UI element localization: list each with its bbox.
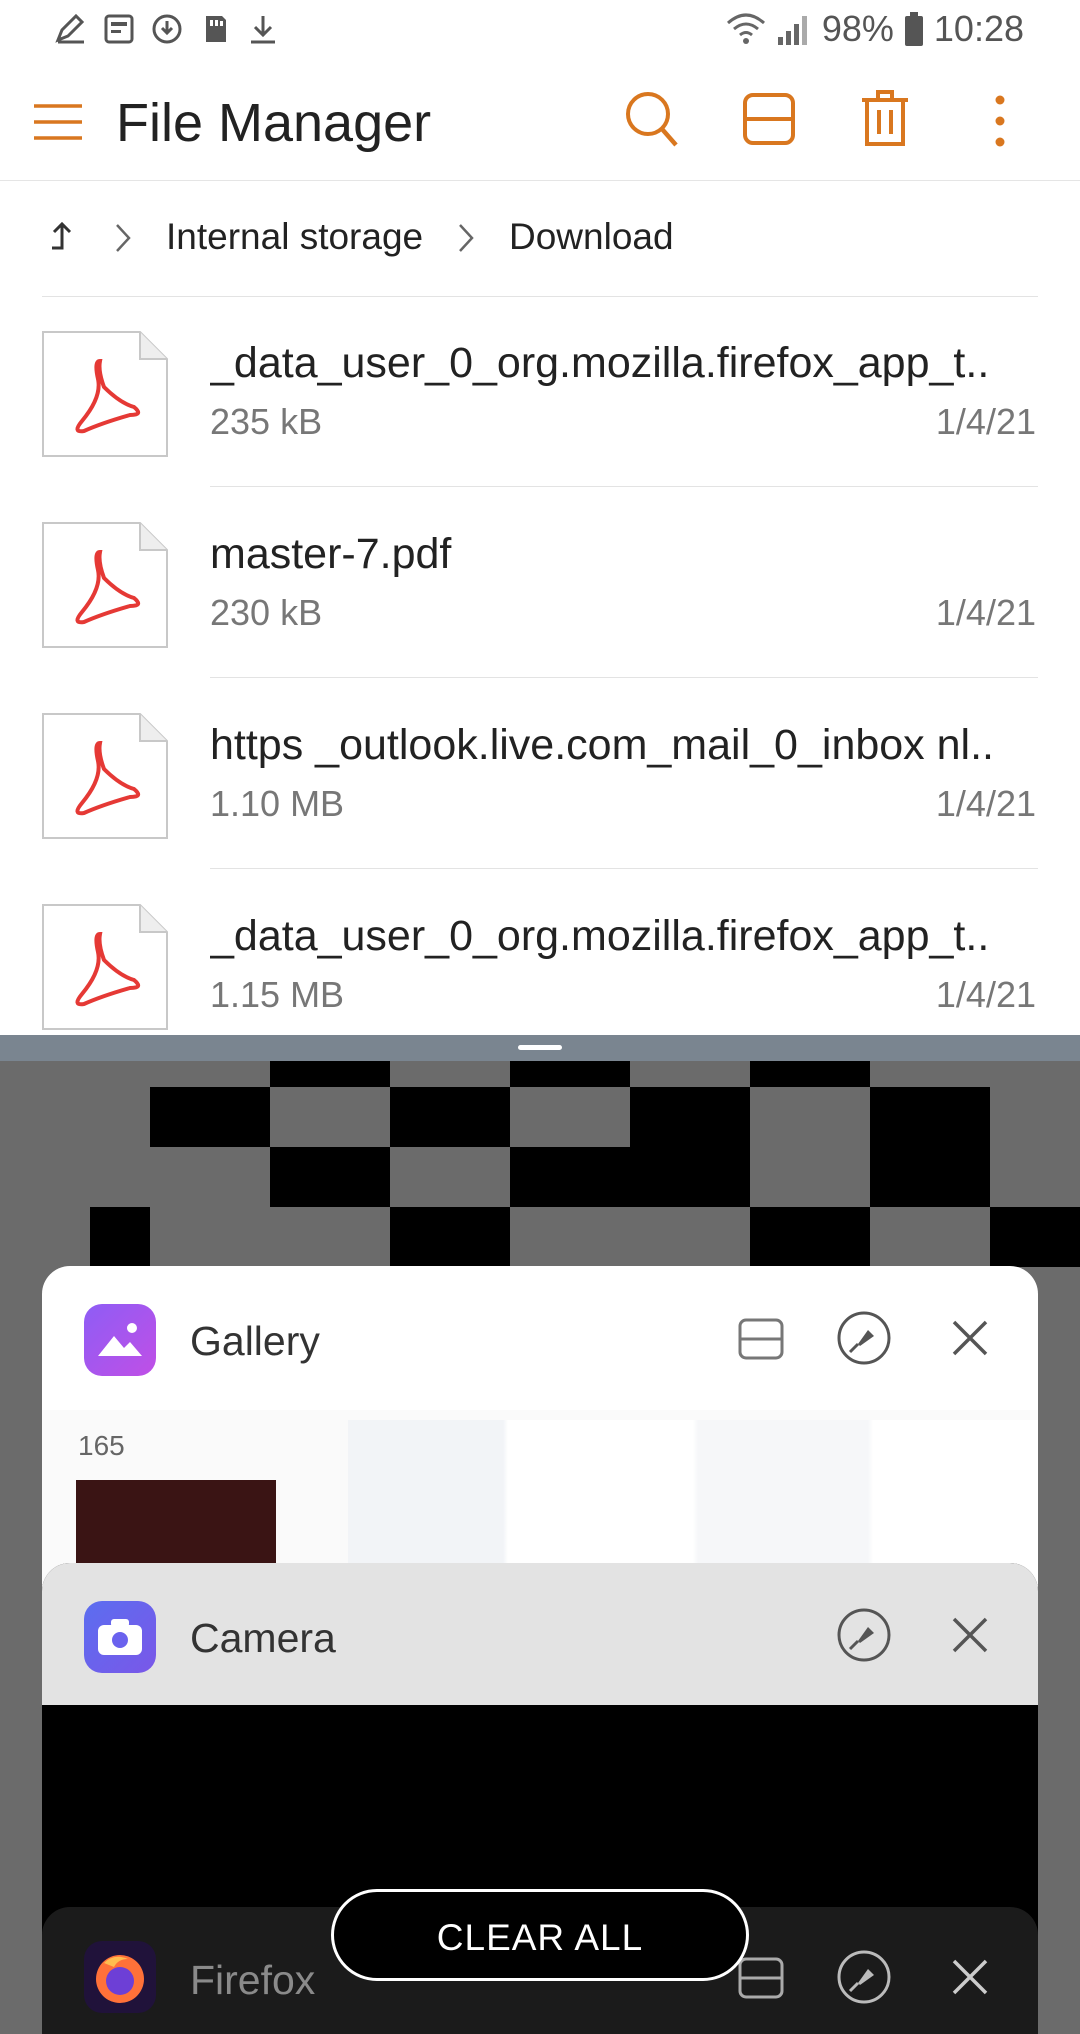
file-date: 1/4/21 [935,783,1036,824]
card-title: Firefox [190,1957,316,2003]
file-size: 230 kB [210,592,323,633]
pdf-file-icon [42,331,168,457]
close-icon[interactable] [950,1957,990,1997]
file-date: 1/4/21 [935,401,1036,442]
chevron-right-icon [459,224,474,252]
app-bar: File Manager [0,64,1080,181]
row-divider [210,677,1038,678]
divider-grip[interactable] [518,1045,562,1050]
pdf-file-icon [42,522,168,648]
status-bar: 98% 10:28 [0,0,1080,64]
file-row[interactable]: _data_user_0_org.mozilla.firefox_app_t..… [0,297,1080,487]
breadcrumb-internal-storage[interactable]: Internal storage [166,216,423,258]
file-name: master-7.pdf [210,530,452,578]
battery-percent: 98% [821,8,894,49]
row-divider [210,868,1038,869]
pdf-file-icon [42,904,168,1030]
file-name: https _outlook.live.com_mail_0_inbox nl.… [210,721,994,769]
row-divider [210,486,1038,487]
card-header: Camera [42,1563,1038,1705]
split-view-icon[interactable] [738,1955,784,2001]
up-arrow-icon[interactable] [48,218,80,254]
pin-icon[interactable] [836,1310,892,1366]
split-screen-divider[interactable] [0,1035,1080,1061]
split-view-icon[interactable] [742,92,796,146]
file-date: 1/4/21 [935,974,1036,1015]
file-name: _data_user_0_org.mozilla.firefox_app_t.. [210,912,990,960]
breadcrumb: Internal storage Download [0,180,1080,296]
card-title: Camera [190,1615,336,1661]
clock: 10:28 [933,8,1024,49]
edit-notification-icon [55,13,85,44]
pdf-file-icon [42,713,168,839]
battery-icon [904,12,923,46]
camera-app-icon [84,1601,156,1673]
wifi-icon [726,13,765,44]
chevron-right-icon [116,224,131,252]
page-title: File Manager [116,93,432,153]
search-icon[interactable] [624,90,680,150]
pin-icon[interactable] [836,1949,892,2005]
breadcrumb-download[interactable]: Download [509,216,674,258]
clear-all-button[interactable]: CLEAR ALL [331,1889,749,1981]
news-notification-icon [104,14,134,44]
split-view-icon[interactable] [738,1316,784,1362]
file-name: _data_user_0_org.mozilla.firefox_app_t.. [210,339,990,387]
file-row[interactable]: _data_user_0_org.mozilla.firefox_app_t..… [0,870,1080,1035]
delete-icon[interactable] [860,88,910,148]
menu-icon[interactable] [32,100,84,144]
card-title: Gallery [190,1318,320,1364]
notification-icons [54,12,280,46]
sd-card-icon [206,16,226,42]
pin-icon[interactable] [836,1607,892,1663]
firefox-app-icon [84,1941,156,2013]
file-manager-window: 98% 10:28 File Manager Internal storage … [0,0,1080,1035]
file-row[interactable]: master-7.pdf 230 kB 1/4/21 [0,488,1080,678]
close-icon[interactable] [950,1615,990,1655]
signal-icon [777,16,807,45]
close-icon[interactable] [950,1318,990,1358]
recent-card-gallery[interactable]: Gallery 165 [42,1266,1038,1606]
file-size: 235 kB [210,401,323,442]
more-options-icon[interactable] [994,94,1006,148]
download-circle-icon [152,14,182,44]
file-size: 1.15 MB [210,974,345,1015]
photo-count: 165 [78,1430,125,1461]
file-size: 1.10 MB [210,783,345,824]
status-right: 98% 10:28 [726,8,1024,50]
download-icon [251,16,275,44]
card-header: Gallery [42,1266,1038,1410]
file-row[interactable]: https _outlook.live.com_mail_0_inbox nl.… [0,679,1080,869]
gallery-app-icon [84,1304,156,1376]
file-date: 1/4/21 [935,592,1036,633]
